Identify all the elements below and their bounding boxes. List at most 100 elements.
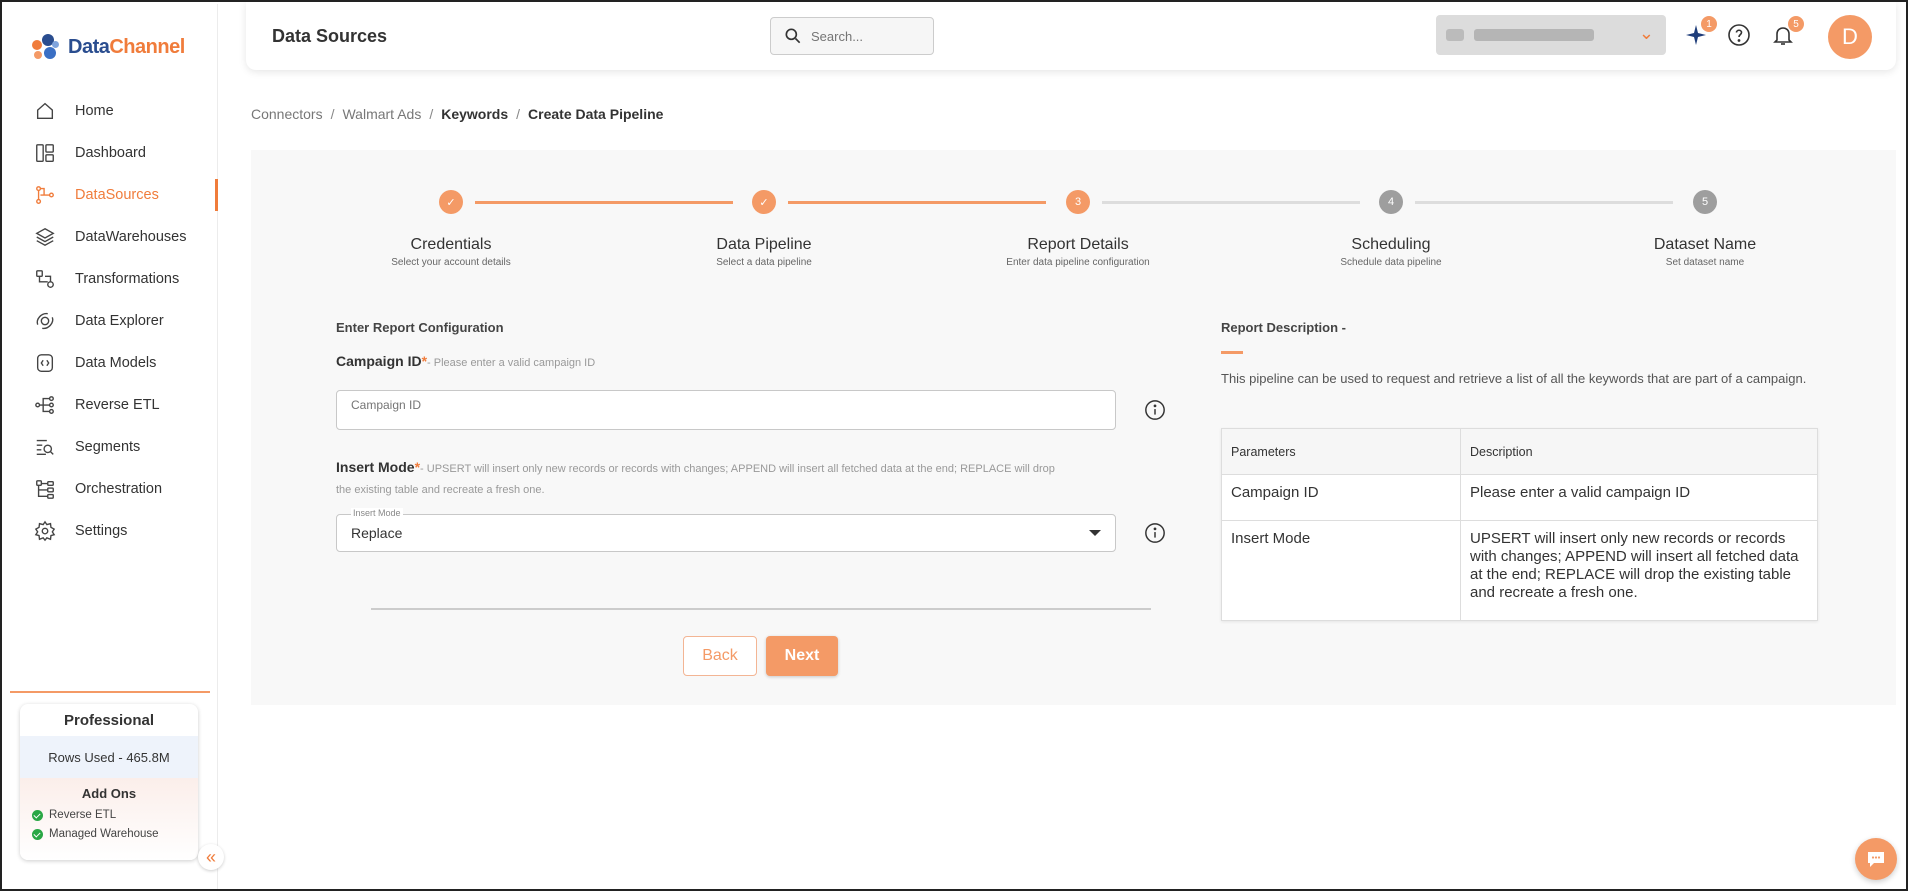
datasources-icon (36, 186, 54, 204)
pipeline-panel: ✓ ✓ 3 4 5 Credentials Select your accoun… (251, 150, 1896, 705)
breadcrumb-connectors[interactable]: Connectors (251, 106, 323, 122)
help-button[interactable] (1726, 22, 1752, 48)
sidebar-item-label: Dashboard (75, 145, 146, 161)
caret-down-icon (1089, 530, 1101, 536)
breadcrumb-walmart-ads[interactable]: Walmart Ads (342, 106, 421, 122)
sidebar-item-reverse-etl[interactable]: Reverse ETL (4, 384, 218, 426)
dashboard-icon (36, 144, 54, 162)
step-connector-pending (1102, 201, 1360, 204)
sidebar-item-data-models[interactable]: Data Models (4, 342, 218, 384)
sidebar-item-label: Segments (75, 439, 141, 455)
sidebar-item-label: DataSources (75, 187, 159, 203)
form-divider (371, 608, 1151, 610)
collapse-sidebar-button[interactable]: « (198, 844, 224, 870)
layers-icon (35, 227, 55, 247)
sidebar-item-dashboard[interactable]: Dashboard (4, 132, 218, 174)
sidebar-item-label: Transformations (75, 271, 180, 287)
plan-divider (10, 691, 210, 693)
help-icon (1728, 24, 1750, 46)
insert-mode-label: Insert Mode*- UPSERT will insert only ne… (336, 459, 1055, 496)
campaign-id-label: Campaign ID*- Please enter a valid campa… (336, 353, 596, 369)
report-description-title: Report Description - (1221, 320, 1346, 335)
step-connector-pending (1415, 201, 1673, 204)
addon-item: Reverse ETL (20, 809, 198, 821)
chat-icon (1868, 852, 1884, 867)
step-connector-done (788, 201, 1046, 204)
campaign-id-field[interactable] (336, 390, 1116, 430)
explorer-icon (36, 312, 54, 330)
user-avatar[interactable]: D (1828, 15, 1872, 59)
campaign-info-icon[interactable] (1144, 399, 1166, 421)
logo-text: DataChannel (68, 35, 185, 58)
sidebar-item-label: Data Explorer (75, 313, 164, 329)
next-button[interactable]: Next (766, 636, 838, 676)
search-box[interactable] (770, 17, 934, 55)
parameters-table: Parameters Description Campaign ID Pleas… (1221, 428, 1818, 621)
back-button[interactable]: Back (683, 636, 757, 676)
models-icon (36, 354, 54, 372)
breadcrumb-keywords[interactable]: Keywords (441, 106, 508, 122)
breadcrumb-separator: / (330, 106, 335, 122)
plan-card: Professional Rows Used - 465.8M Add Ons … (20, 704, 198, 860)
ai-assistant-button[interactable]: 1 (1683, 16, 1717, 48)
account-avatar-blurred (1446, 29, 1464, 41)
step-5-indicator: 5 (1693, 190, 1717, 214)
sidebar-item-data-explorer[interactable]: Data Explorer (4, 300, 218, 342)
breadcrumb-separator: / (516, 106, 521, 122)
plan-name: Professional (63, 711, 155, 729)
step-3-label: Report Details (1027, 236, 1129, 253)
breadcrumb-current: Create Data Pipeline (528, 106, 664, 122)
check-circle-icon (32, 809, 43, 821)
sidebar-item-orchestration[interactable]: Orchestration (4, 468, 218, 510)
sidebar-item-label: Data Models (75, 355, 157, 371)
breadcrumb-separator: / (429, 106, 434, 122)
chevron-down-icon: ⌄ (1638, 23, 1654, 43)
sidebar-item-datawarehouses[interactable]: DataWarehouses (4, 216, 218, 258)
sidebar-nav: Home Dashboard DataSources DataWarehouse… (4, 90, 218, 552)
step-2-label: Data Pipeline (716, 236, 812, 253)
table-cell: Please enter a valid campaign ID (1460, 474, 1818, 521)
orchestration-icon (36, 480, 54, 499)
logo[interactable]: DataChannel (28, 30, 185, 64)
step-1-sub: Select your account details (391, 257, 511, 268)
ai-badge: 1 (1701, 16, 1717, 32)
step-3-indicator: 3 (1066, 190, 1090, 214)
step-3-sub: Enter data pipeline configuration (1006, 257, 1150, 268)
chat-support-button[interactable] (1855, 838, 1897, 880)
breadcrumb: Connectors / Walmart Ads / Keywords / Cr… (251, 106, 663, 122)
sidebar: DataChannel Home Dashboard DataSources D… (4, 4, 218, 889)
table-header: Parameters (1221, 428, 1461, 475)
campaign-id-input[interactable] (337, 391, 1115, 419)
plan-addons: Add Ons Reverse ETL Managed Warehouse (20, 778, 198, 860)
insert-mode-info-icon[interactable] (1144, 522, 1166, 544)
form-section-title: Enter Report Configuration (336, 320, 504, 335)
check-circle-icon (32, 828, 43, 840)
step-4-label: Scheduling (1351, 236, 1431, 253)
account-selector[interactable]: ⌄ (1436, 15, 1666, 55)
insert-mode-select[interactable]: Insert Mode Replace (336, 508, 1116, 552)
step-4-indicator: 4 (1379, 190, 1403, 214)
report-title-underline (1221, 351, 1243, 354)
notifications-button[interactable]: 5 (1770, 16, 1804, 48)
insert-mode-value: Replace (351, 525, 403, 541)
table-cell: Insert Mode (1221, 520, 1461, 621)
table-header: Description (1460, 428, 1818, 475)
addon-item: Managed Warehouse (20, 828, 198, 840)
sidebar-item-settings[interactable]: Settings (4, 510, 218, 552)
sidebar-item-segments[interactable]: Segments (4, 426, 218, 468)
step-5-label: Dataset Name (1653, 236, 1757, 253)
sidebar-item-label: Home (75, 103, 114, 119)
sidebar-item-transformations[interactable]: Transformations (4, 258, 218, 300)
sidebar-item-label: Reverse ETL (75, 397, 160, 413)
notification-badge: 5 (1788, 16, 1804, 32)
table-cell: Campaign ID (1221, 474, 1461, 521)
sidebar-item-datasources[interactable]: DataSources (4, 174, 218, 216)
step-1-label: Credentials (410, 236, 492, 253)
sidebar-item-label: Settings (75, 523, 128, 539)
sidebar-item-home[interactable]: Home (4, 90, 218, 132)
double-chevron-left-icon: « (205, 846, 216, 867)
logo-mark-icon (28, 30, 62, 64)
search-input[interactable] (811, 28, 911, 44)
table-row: Campaign ID Please enter a valid campaig… (1221, 474, 1818, 521)
page-title: Data Sources (272, 26, 388, 46)
